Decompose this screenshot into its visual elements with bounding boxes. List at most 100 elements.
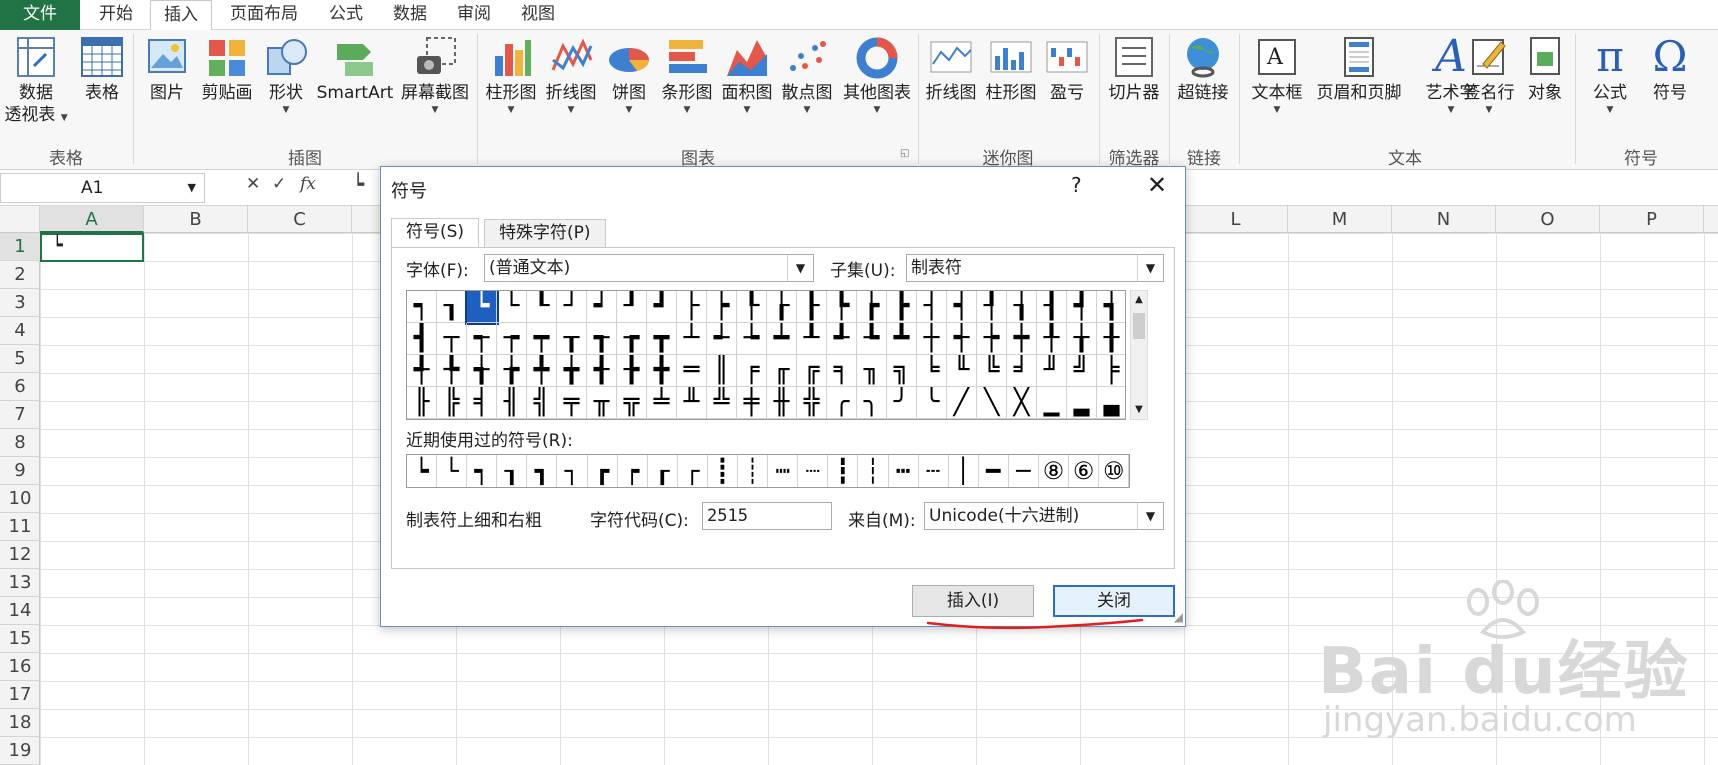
symbol-grid-scrollbar[interactable]: ▲ ▼ <box>1130 290 1148 420</box>
symbol-cell[interactable]: ┼ <box>917 323 947 355</box>
row-header[interactable]: 8 <box>0 429 40 457</box>
chevron-down-icon[interactable]: ▼ <box>787 255 813 281</box>
symbol-cell[interactable]: ╢ <box>497 387 527 419</box>
tab-insert[interactable]: 插入 <box>150 0 212 31</box>
subset-select[interactable]: 制表符 ▼ <box>906 254 1164 282</box>
resize-grip-icon[interactable]: ◢ <box>1174 610 1183 624</box>
symbol-cell[interactable]: ┹ <box>827 323 857 355</box>
symbol-cell[interactable]: ╆ <box>497 355 527 387</box>
textbox-button[interactable]: A 文本框 ▼ <box>1242 34 1312 116</box>
row-header[interactable]: 14 <box>0 597 40 625</box>
file-menu[interactable]: 文件 <box>0 0 80 30</box>
symbol-cell[interactable]: ╔ <box>797 355 827 387</box>
symbol-cell[interactable]: ╥ <box>587 387 617 419</box>
cancel-icon[interactable]: ✕ <box>246 174 260 194</box>
recent-symbol-cell[interactable]: ┈ <box>798 455 829 487</box>
object-button[interactable]: 对象 <box>1522 34 1568 104</box>
symbol-cell[interactable]: ┮ <box>497 323 527 355</box>
symbol-cell[interactable]: ╞ <box>1097 355 1125 387</box>
symbol-cell[interactable]: ╛ <box>1007 355 1037 387</box>
symbol-cell[interactable]: ╤ <box>557 387 587 419</box>
column-header[interactable]: B <box>144 206 248 233</box>
table-button[interactable]: 表格 <box>74 34 130 104</box>
recent-symbol-cell[interactable]: ┕ <box>407 455 438 487</box>
symbol-cell[interactable]: ╧ <box>647 387 677 419</box>
symbol-cell[interactable]: ╙ <box>947 355 977 387</box>
character-code-input[interactable]: 2515 <box>702 502 832 530</box>
recent-symbol-cell[interactable]: ┇ <box>828 455 859 487</box>
symbol-cell[interactable]: ┧ <box>1007 291 1037 323</box>
column-header[interactable]: M <box>1288 206 1392 233</box>
symbol-cell[interactable]: ╝ <box>1067 355 1097 387</box>
symbol-cell[interactable]: ┥ <box>947 291 977 323</box>
close-button[interactable]: 关闭 <box>1053 585 1175 617</box>
header-footer-button[interactable]: 页眉和页脚 <box>1314 34 1404 104</box>
column-header[interactable]: L <box>1184 206 1288 233</box>
help-icon[interactable]: ? <box>1071 173 1082 197</box>
recent-symbol-cell[interactable]: ━ <box>979 455 1009 487</box>
recent-symbol-cell[interactable]: ┏ <box>588 455 618 487</box>
symbol-cell[interactable]: ▁ <box>1037 387 1067 419</box>
from-select[interactable]: Unicode(十六进制) ▼ <box>924 502 1164 530</box>
symbol-cell[interactable]: ┦ <box>977 291 1007 323</box>
function-icon[interactable]: fx <box>300 174 316 194</box>
symbol-cell[interactable]: ╟ <box>407 387 437 419</box>
symbol-cell[interactable]: ╉ <box>587 355 617 387</box>
symbol-cell[interactable]: ╃ <box>407 355 437 387</box>
symbol-cell[interactable]: ╩ <box>707 387 737 419</box>
symbol-cell[interactable]: ╓ <box>767 355 797 387</box>
symbol-cell[interactable]: ╳ <box>1007 387 1037 419</box>
symbol-cell[interactable]: ╮ <box>857 387 887 419</box>
symbol-cell[interactable]: ╰ <box>917 387 947 419</box>
symbol-cell[interactable]: ╜ <box>1037 355 1067 387</box>
tab-home[interactable]: 开始 <box>84 0 148 30</box>
symbol-cell[interactable]: ┟ <box>767 291 797 323</box>
symbol-cell[interactable]: ╊ <box>617 355 647 387</box>
symbol-cell[interactable]: ╪ <box>737 387 767 419</box>
symbol-cell[interactable]: ┨ <box>1037 291 1067 323</box>
symbol-cell[interactable]: ┛ <box>647 291 677 323</box>
symbol-cell[interactable]: ┢ <box>857 291 887 323</box>
recent-symbol-cell[interactable]: ┊ <box>738 455 769 487</box>
symbol-cell[interactable]: ┻ <box>887 323 917 355</box>
recent-symbol-cell[interactable]: ┌ <box>678 455 708 487</box>
symbol-cell[interactable]: ┫ <box>407 323 437 355</box>
symbol-cell[interactable]: ┪ <box>1097 291 1125 323</box>
symbol-cell[interactable]: ┽ <box>947 323 977 355</box>
symbol-cell[interactable]: ┙ <box>587 291 617 323</box>
clipart-button[interactable]: 剪贴画 <box>196 34 258 104</box>
symbol-cell[interactable]: ╱ <box>947 387 977 419</box>
symbol-cell[interactable]: ┺ <box>857 323 887 355</box>
symbol-cell[interactable]: ┠ <box>797 291 827 323</box>
row-header[interactable]: 15 <box>0 625 40 653</box>
symbol-cell[interactable]: ▃ <box>1097 387 1125 419</box>
symbol-cell[interactable]: ┤ <box>917 291 947 323</box>
symbol-cell[interactable]: ║ <box>707 355 737 387</box>
scatter-chart-button[interactable]: 散点图 ▼ <box>778 34 836 116</box>
row-header[interactable]: 6 <box>0 373 40 401</box>
symbol-cell[interactable]: ┬ <box>437 323 467 355</box>
row-header[interactable]: 2 <box>0 261 40 289</box>
symbol-cell[interactable]: ┰ <box>557 323 587 355</box>
scroll-thumb[interactable] <box>1133 313 1145 339</box>
symbol-cell[interactable]: ┸ <box>797 323 827 355</box>
bar-chart-button[interactable]: 条形图 ▼ <box>658 34 716 116</box>
recent-symbol-cell[interactable]: └ <box>437 455 468 487</box>
font-select[interactable]: (普通文本) ▼ <box>484 254 814 282</box>
formula-input[interactable]: ┕ <box>352 172 364 196</box>
dialog-launcher-icon[interactable]: ◱ <box>900 148 909 159</box>
symbol-cell[interactable]: ┱ <box>587 323 617 355</box>
name-box[interactable]: A1 ▼ <box>0 173 205 203</box>
symbol-cell[interactable]: ╲ <box>977 387 1007 419</box>
symbol-cell[interactable]: ╘ <box>917 355 947 387</box>
symbol-cell[interactable]: ╕ <box>827 355 857 387</box>
tab-symbols[interactable]: 符号(S) <box>391 218 480 248</box>
symbol-cell[interactable]: ┳ <box>647 323 677 355</box>
symbol-cell[interactable]: ╀ <box>1037 323 1067 355</box>
scroll-down-icon[interactable]: ▼ <box>1131 401 1147 419</box>
cell-a1[interactable]: ┕ <box>40 233 144 262</box>
recent-symbol-cell[interactable]: ⑥ <box>1069 455 1100 487</box>
recent-symbol-cell[interactable]: ⑧ <box>1039 455 1070 487</box>
column-header[interactable]: N <box>1392 206 1496 233</box>
slicer-button[interactable]: 切片器 <box>1104 34 1164 104</box>
